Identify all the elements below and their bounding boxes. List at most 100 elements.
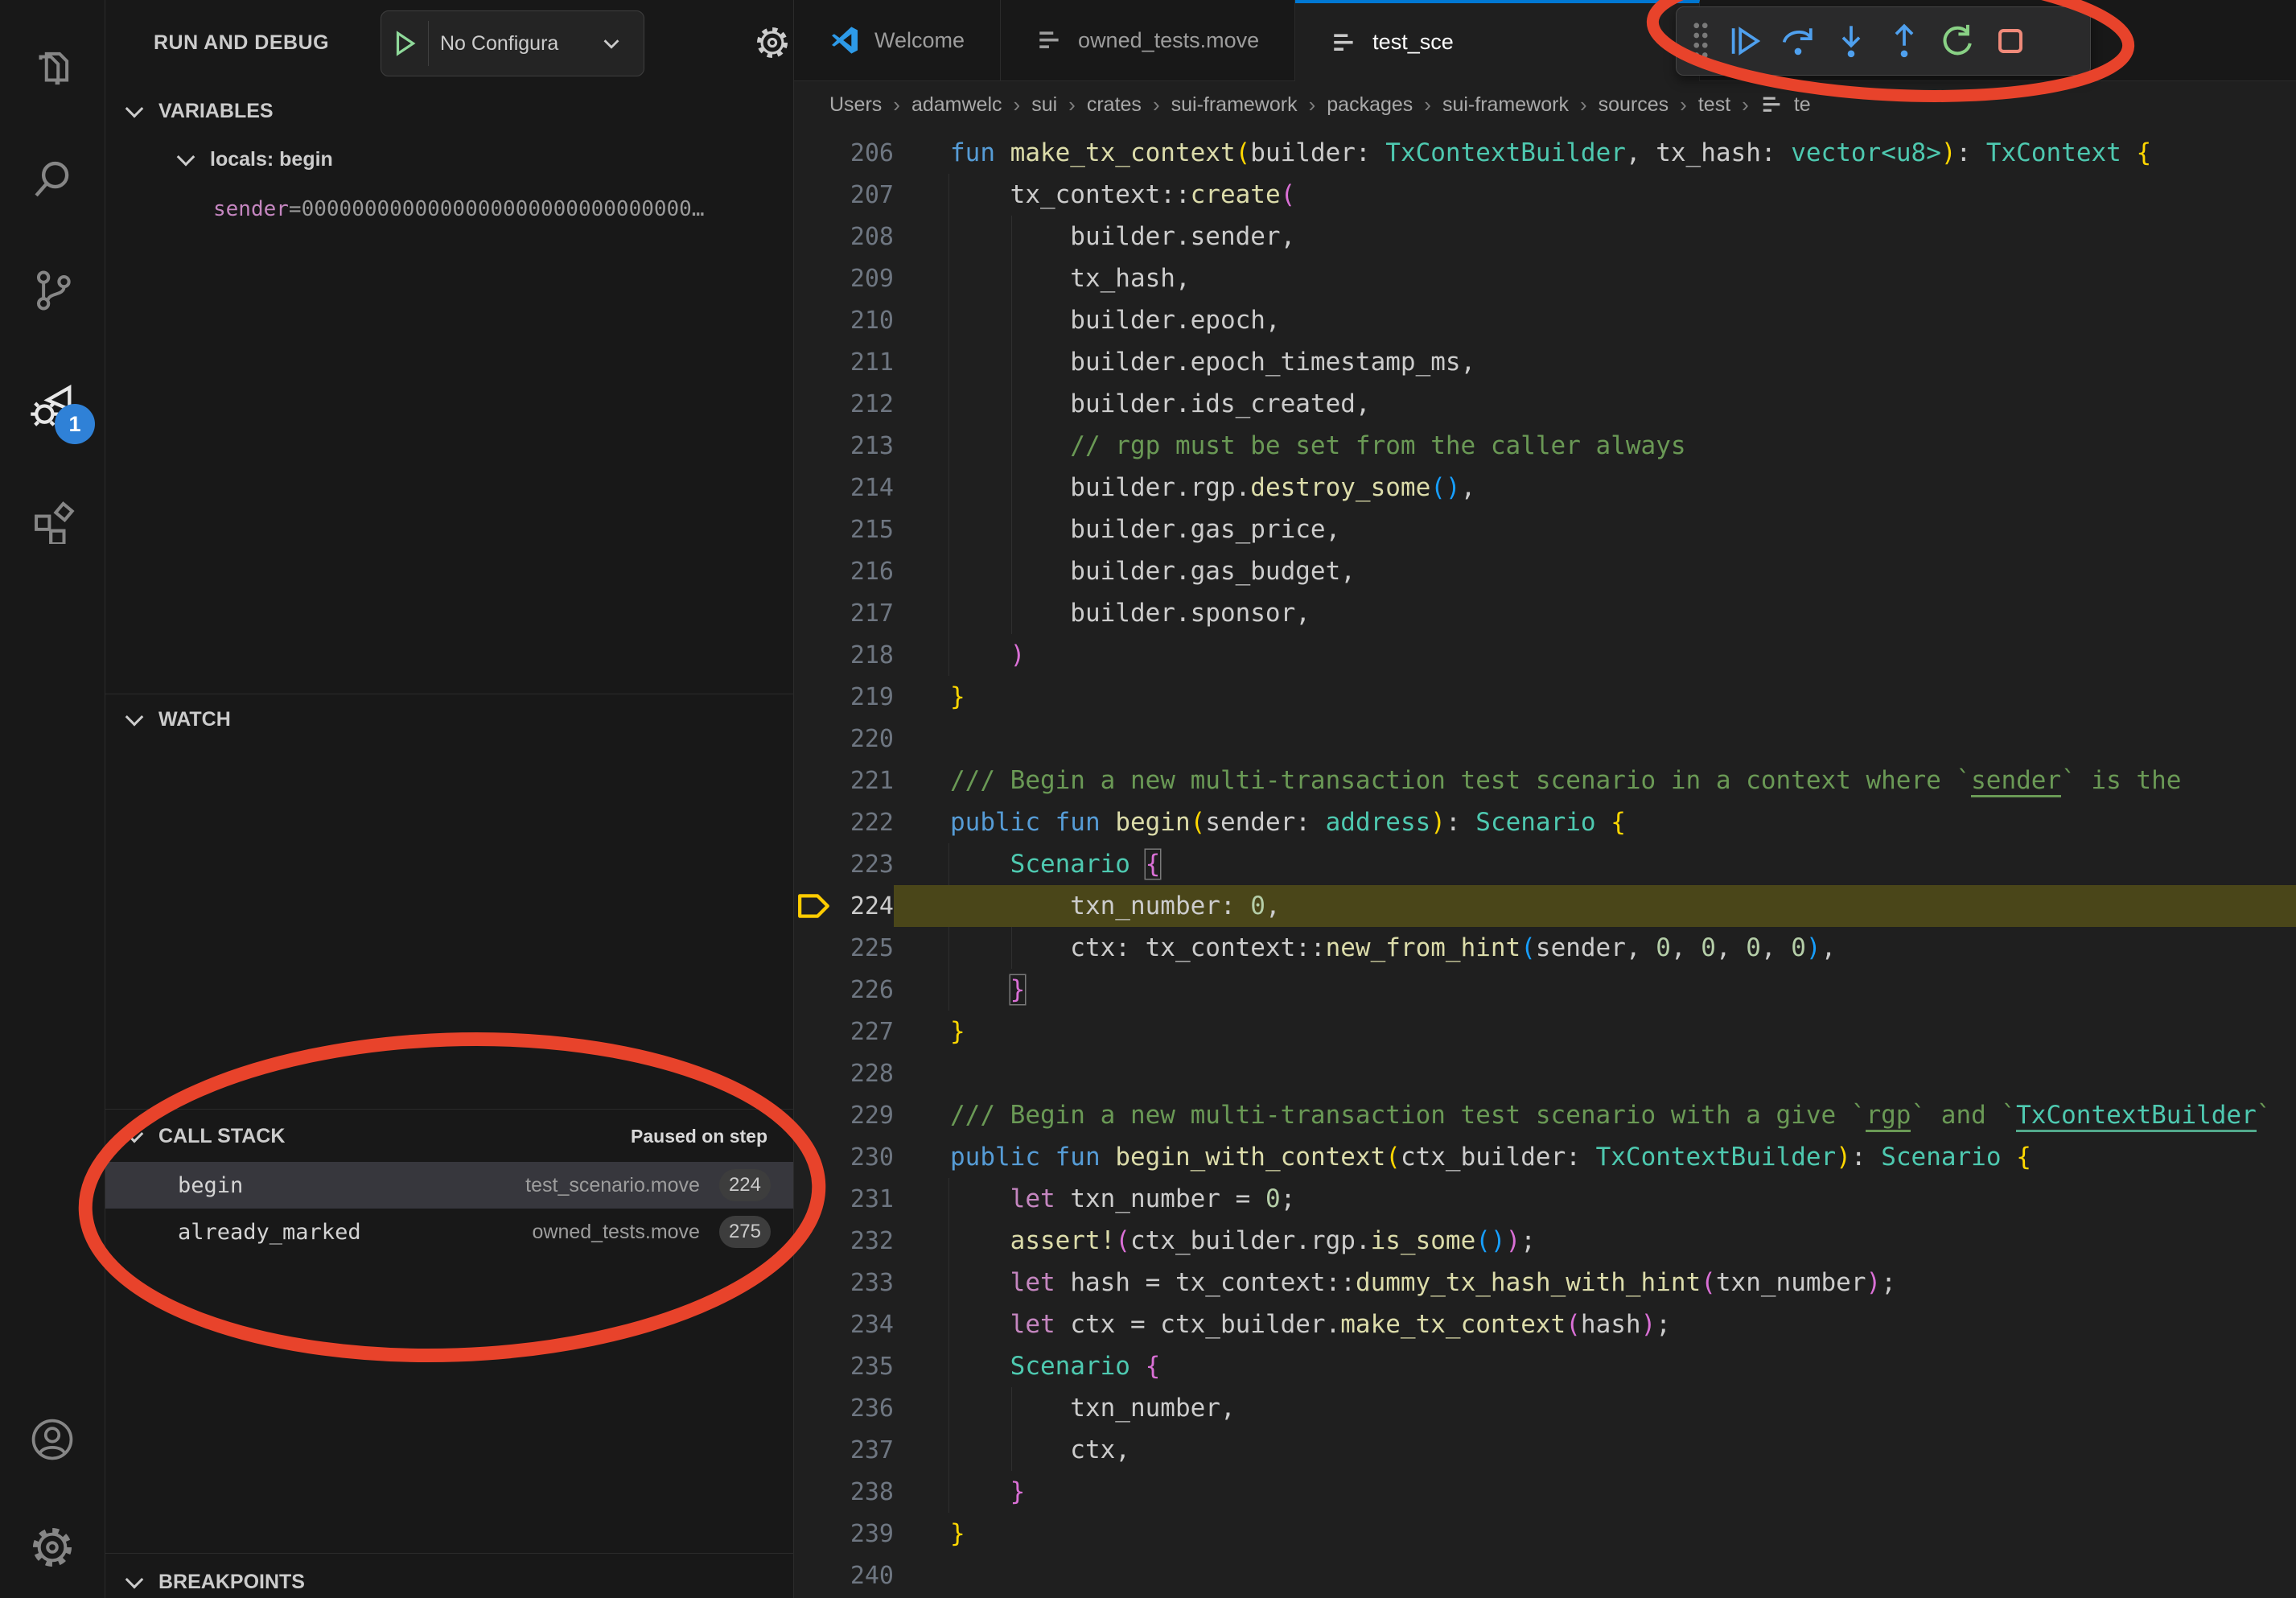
step-out-button[interactable] (1878, 13, 1931, 69)
continue-button[interactable] (1718, 13, 1771, 69)
glyph-margin[interactable] (794, 1011, 834, 1052)
glyph-margin[interactable] (794, 801, 834, 843)
line-number[interactable]: 209 (834, 265, 894, 293)
code-line-text[interactable]: ctx, (894, 1429, 2296, 1471)
code-line-text[interactable]: } (894, 676, 2296, 718)
breadcrumb-item[interactable]: crates (1087, 93, 1142, 117)
glyph-margin[interactable] (794, 927, 834, 969)
line-number[interactable]: 240 (834, 1562, 894, 1590)
line-number[interactable]: 226 (834, 976, 894, 1004)
code-line-text[interactable]: txn_number, (894, 1387, 2296, 1429)
glyph-margin[interactable] (794, 1555, 834, 1596)
glyph-margin[interactable] (794, 1471, 834, 1513)
restart-button[interactable] (1931, 13, 1984, 69)
debug-config-picker[interactable]: No Configura (381, 10, 644, 76)
code-line-text[interactable]: /// Begin a new multi-transaction test s… (894, 1094, 2296, 1136)
manage-button[interactable] (0, 1503, 105, 1592)
code-line-text[interactable]: builder.sponsor, (894, 592, 2296, 634)
code-line-text[interactable]: let ctx = ctx_builder.make_tx_context(ha… (894, 1304, 2296, 1345)
call-stack-frame[interactable]: begintest_scenario.move224 (105, 1162, 793, 1209)
code-line-text[interactable]: // rgp must be set from the caller alway… (894, 425, 2296, 467)
code-line-text[interactable] (894, 1555, 2296, 1596)
current-line-marker[interactable] (794, 885, 834, 927)
breadcrumb-item[interactable]: sui-framework (1171, 93, 1298, 117)
breadcrumb-item[interactable]: sources (1599, 93, 1669, 117)
accounts-button[interactable] (0, 1395, 105, 1484)
code-line-text[interactable]: let txn_number = 0; (894, 1178, 2296, 1220)
code-line-text[interactable] (894, 1052, 2296, 1094)
line-number[interactable]: 210 (834, 307, 894, 335)
code-line-text[interactable]: /// Begin a new multi-transaction test s… (894, 760, 2296, 801)
sidebar-item-run-and-debug[interactable]: 1 (0, 360, 105, 449)
glyph-margin[interactable] (794, 592, 834, 634)
glyph-margin[interactable] (794, 760, 834, 801)
line-number[interactable]: 236 (834, 1394, 894, 1423)
glyph-margin[interactable] (794, 1178, 834, 1220)
line-number[interactable]: 220 (834, 725, 894, 753)
glyph-margin[interactable] (794, 216, 834, 257)
code-line-text[interactable]: Scenario { (894, 843, 2296, 885)
code-line-text[interactable]: } (894, 1011, 2296, 1052)
glyph-margin[interactable] (794, 1345, 834, 1387)
step-over-button[interactable] (1771, 13, 1825, 69)
line-number[interactable]: 232 (834, 1227, 894, 1255)
sidebar-item-source-control[interactable] (0, 246, 105, 335)
glyph-margin[interactable] (794, 550, 834, 592)
code-editor[interactable]: 206fun make_tx_context(builder: TxContex… (794, 129, 2296, 1598)
glyph-margin[interactable] (794, 676, 834, 718)
breakpoints-section-header[interactable]: BREAKPOINTS (105, 1559, 793, 1598)
glyph-margin[interactable] (794, 634, 834, 676)
line-number[interactable]: 229 (834, 1102, 894, 1130)
start-debugging-button[interactable] (381, 21, 429, 66)
glyph-margin[interactable] (794, 843, 834, 885)
toolbar-drag-handle[interactable] (1683, 19, 1718, 64)
line-number[interactable]: 234 (834, 1311, 894, 1339)
code-line-text[interactable]: } (894, 1471, 2296, 1513)
code-line-text[interactable]: builder.epoch_timestamp_ms, (894, 341, 2296, 383)
breadcrumb-item[interactable]: Users (829, 93, 882, 117)
debug-settings-gear-icon[interactable] (749, 19, 796, 66)
tab-welcome[interactable]: Welcome (794, 0, 1001, 80)
glyph-margin[interactable] (794, 425, 834, 467)
line-number[interactable]: 231 (834, 1185, 894, 1213)
line-number[interactable]: 237 (834, 1436, 894, 1464)
code-line-text[interactable] (894, 718, 2296, 760)
line-number[interactable]: 213 (834, 432, 894, 460)
code-line-text[interactable]: tx_hash, (894, 257, 2296, 299)
code-line-text[interactable]: builder.rgp.destroy_some(), (894, 467, 2296, 509)
code-line-text[interactable]: public fun begin(sender: address): Scena… (894, 801, 2296, 843)
watch-section-header[interactable]: WATCH (105, 697, 793, 742)
breadcrumb-item[interactable]: sui (1031, 93, 1057, 117)
glyph-margin[interactable] (794, 1262, 834, 1304)
code-line-text[interactable]: let hash = tx_context::dummy_tx_hash_wit… (894, 1262, 2296, 1304)
code-line-text[interactable]: builder.ids_created, (894, 383, 2296, 425)
glyph-margin[interactable] (794, 718, 834, 760)
code-line-text[interactable]: builder.epoch, (894, 299, 2296, 341)
breadcrumb-item[interactable]: sui-framework (1442, 93, 1569, 117)
code-line-text[interactable]: builder.gas_budget, (894, 550, 2296, 592)
glyph-margin[interactable] (794, 509, 834, 550)
line-number[interactable]: 216 (834, 558, 894, 586)
sidebar-item-explorer[interactable] (0, 24, 105, 113)
step-into-button[interactable] (1825, 13, 1878, 69)
glyph-margin[interactable] (794, 1220, 834, 1262)
line-number[interactable]: 219 (834, 683, 894, 711)
code-line-text[interactable]: fun make_tx_context(builder: TxContextBu… (894, 132, 2296, 174)
call-stack-section-header[interactable]: CALL STACK Paused on step (105, 1114, 793, 1159)
variable-row[interactable]: sender = 0000000000000000000000000000000… (105, 188, 793, 230)
code-line-text[interactable]: builder.sender, (894, 216, 2296, 257)
line-number[interactable]: 233 (834, 1269, 894, 1297)
breadcrumb-item[interactable]: test (1698, 93, 1730, 117)
line-number[interactable]: 218 (834, 641, 894, 669)
code-line-text[interactable]: } (894, 1513, 2296, 1555)
breadcrumb-item[interactable]: adamwelc (911, 93, 1002, 117)
code-line-text[interactable]: tx_context::create( (894, 174, 2296, 216)
tab-owned-tests[interactable]: owned_tests.move (1001, 0, 1295, 80)
line-number[interactable]: 217 (834, 599, 894, 628)
variables-scope-row[interactable]: locals: begin (105, 138, 793, 180)
code-line-text[interactable]: ) (894, 634, 2296, 676)
tab-test-scenario[interactable]: test_sce (1295, 0, 1700, 81)
line-number[interactable]: 230 (834, 1143, 894, 1172)
line-number[interactable]: 238 (834, 1478, 894, 1506)
line-number[interactable]: 227 (834, 1018, 894, 1046)
